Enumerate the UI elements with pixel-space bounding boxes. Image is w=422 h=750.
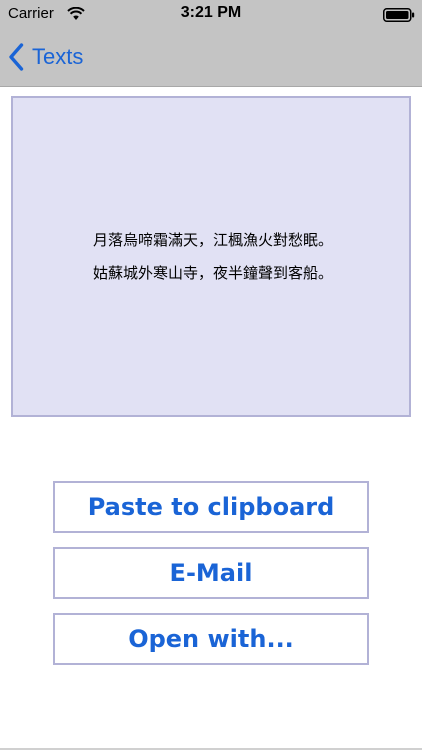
poem-line: 月落烏啼霜滿天，江楓漁火對愁眠。 <box>92 230 333 249</box>
status-time: 3:21 PM <box>180 4 242 21</box>
status-bar: Carrier 3:21 PM <box>0 0 422 30</box>
navigation-bar: Texts <box>0 30 422 87</box>
battery-icon <box>383 8 415 22</box>
back-button[interactable]: Texts <box>8 39 83 75</box>
poem-text-panel: 月落烏啼霜滿天，江楓漁火對愁眠。 姑蘇城外寒山寺，夜半鐘聲到客船。 <box>11 96 411 417</box>
email-button[interactable]: E-Mail <box>53 547 369 599</box>
paste-to-clipboard-button[interactable]: Paste to clipboard <box>53 481 369 533</box>
chevron-left-icon <box>8 43 24 71</box>
open-with-button[interactable]: Open with... <box>53 613 369 665</box>
back-button-label: Texts <box>32 44 84 69</box>
poem-line: 姑蘇城外寒山寺，夜半鐘聲到客船。 <box>92 263 333 282</box>
